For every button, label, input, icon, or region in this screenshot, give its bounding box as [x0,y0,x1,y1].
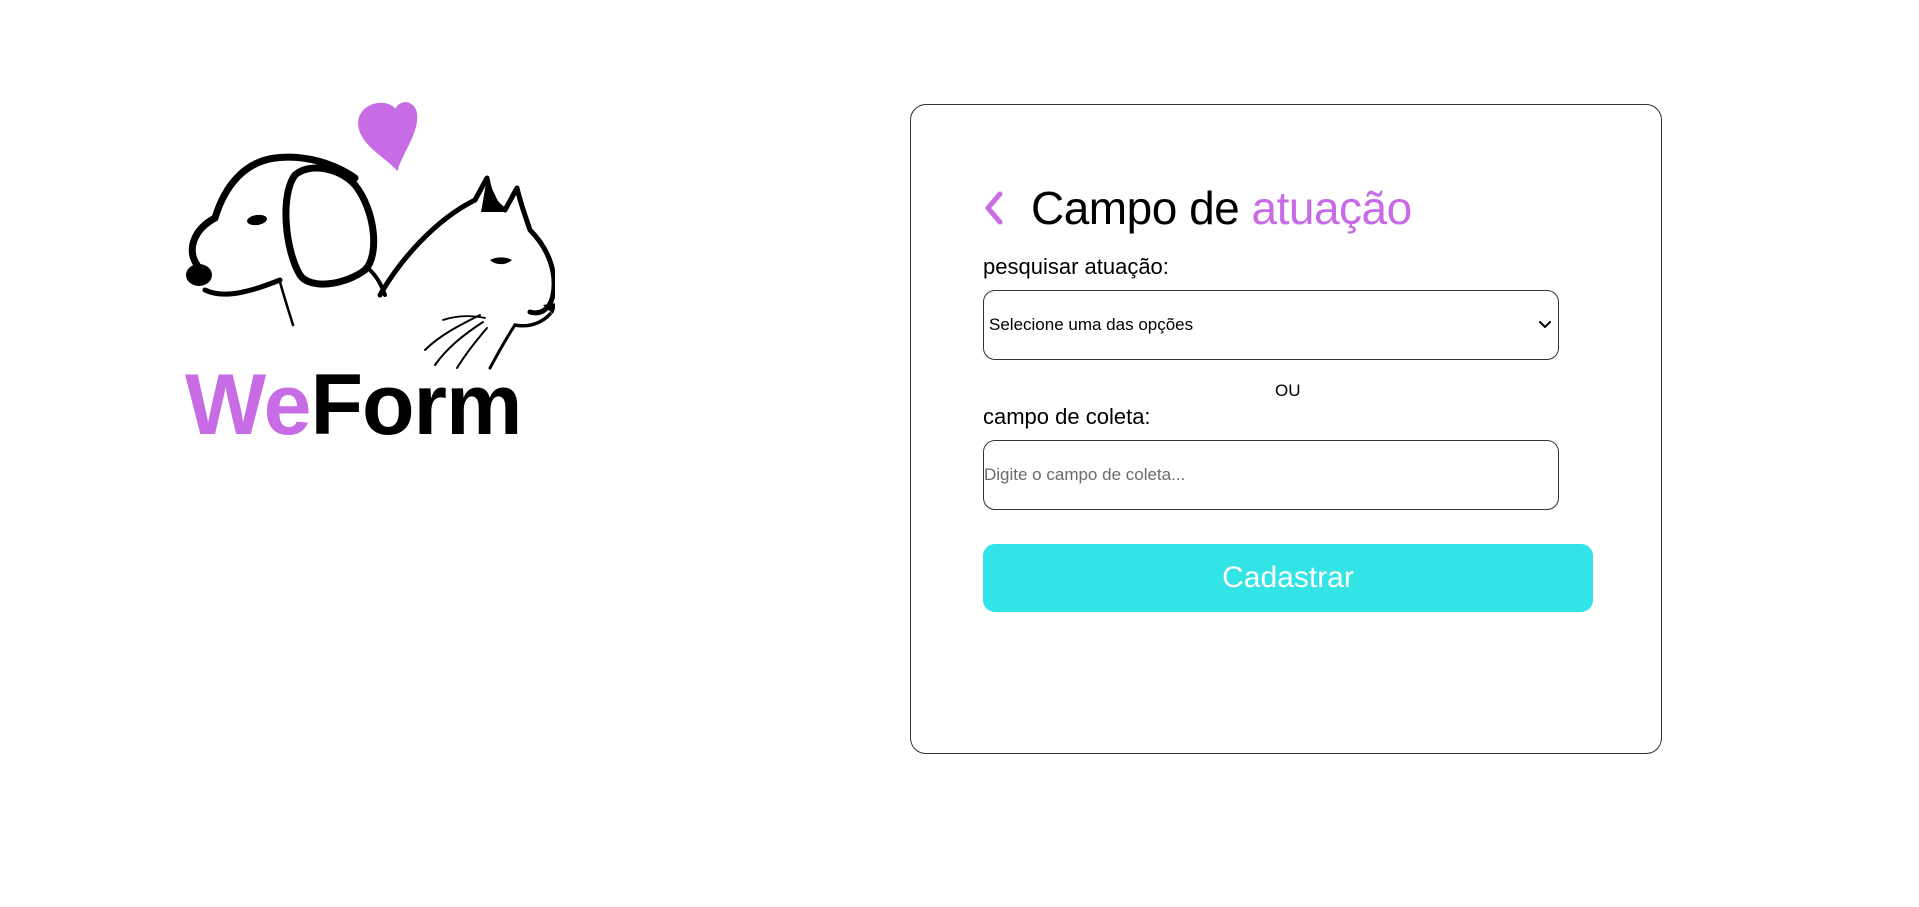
atuacao-select-value: Selecione uma das opções [989,315,1194,334]
brand-name-we: We [185,357,311,453]
field-label: campo de coleta: [983,404,1151,429]
campo-coleta-input[interactable] [983,440,1559,510]
page-title: Campo de atuação [1031,185,1412,231]
search-label: pesquisar atuação: [983,254,1169,279]
form-header: Campo de atuação [983,177,1412,239]
submit-button[interactable]: Cadastrar [983,544,1593,612]
form-card: Campo de atuação pesquisar atuação: Sele… [910,104,1662,754]
or-separator: OU [1275,381,1301,400]
back-button[interactable] [983,183,1017,233]
page-title-main: Campo de [1031,182,1252,234]
atuacao-select[interactable]: Selecione uma das opções [983,290,1559,360]
page-title-accent: atuação [1251,182,1413,234]
brand-logo: WeForm [185,100,555,460]
brand-name: WeForm [185,362,522,448]
dog-cat-heart-icon [186,102,555,370]
chevron-down-icon [1538,318,1552,332]
brand-name-form: Form [310,357,522,453]
chevron-left-icon [985,191,1003,225]
